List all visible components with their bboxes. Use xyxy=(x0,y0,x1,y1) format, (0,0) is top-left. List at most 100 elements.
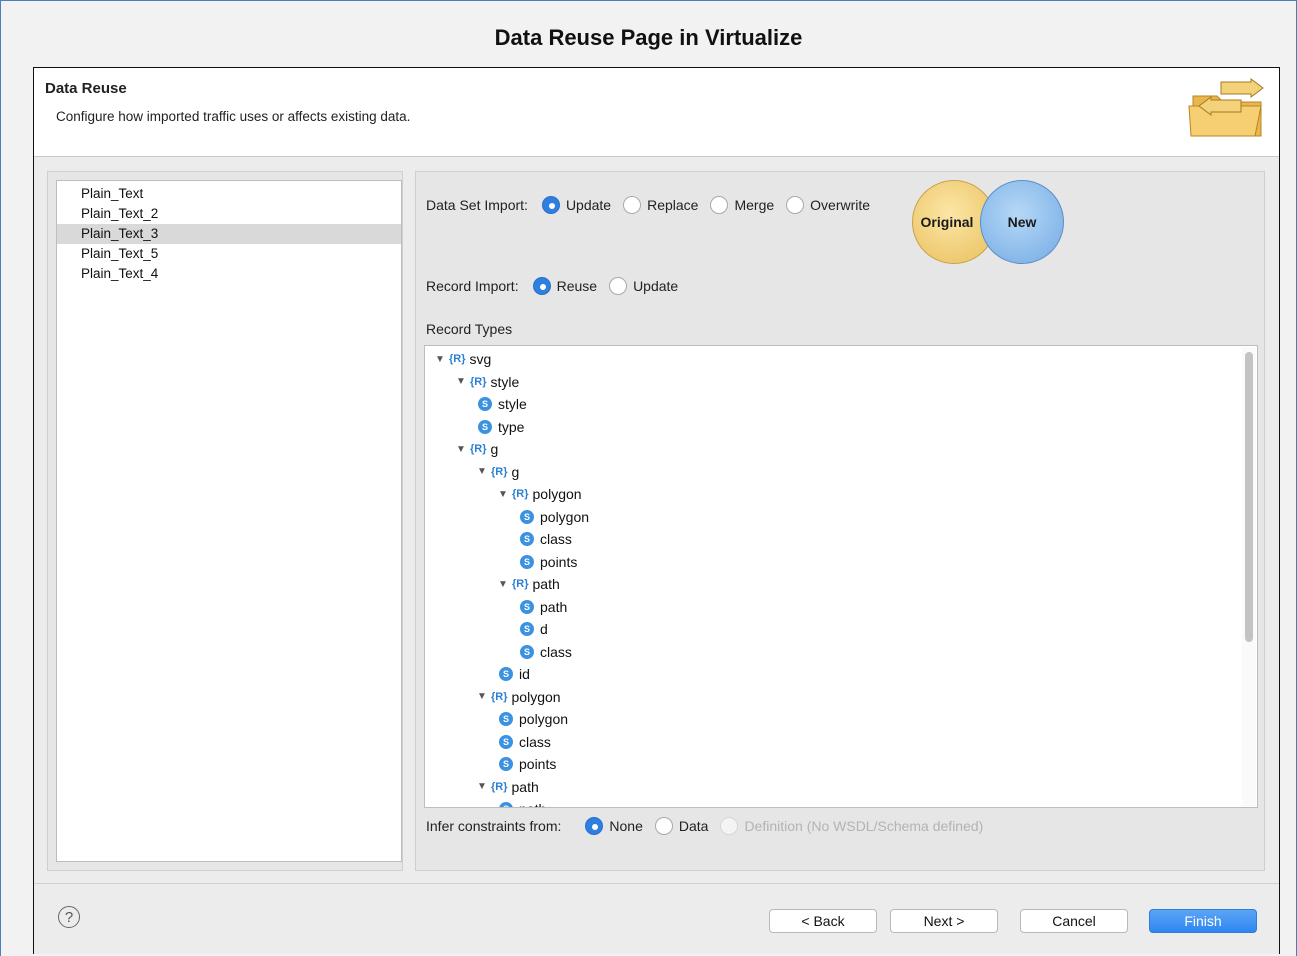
caption-title: Data Reuse Page in Virtualize xyxy=(494,25,803,50)
string-field-icon: S xyxy=(499,757,513,771)
radio-dot-icon xyxy=(585,817,604,835)
venn-new-label: New xyxy=(1007,214,1037,230)
folder-arrows-icon xyxy=(1188,78,1264,137)
cancel-button[interactable]: Cancel xyxy=(1020,909,1128,933)
tree-row-label: type xyxy=(498,418,525,435)
tree-row[interactable]: Sclass xyxy=(520,641,572,663)
tree-row[interactable]: ▼ {R} g xyxy=(477,461,519,483)
expand-triangle-icon[interactable]: ▼ xyxy=(498,489,510,500)
tree-row-label: d xyxy=(540,621,548,637)
tree-row[interactable]: Sstyle xyxy=(478,393,527,415)
tree-scrollbar-thumb[interactable] xyxy=(1245,352,1253,642)
radio-dot-icon xyxy=(541,196,560,214)
page-title: Data Reuse xyxy=(45,80,127,97)
tree-row[interactable]: Spoints xyxy=(520,551,577,573)
tree-row[interactable]: Spath xyxy=(499,798,546,807)
data-set-import-radio-update[interactable]: Update xyxy=(541,196,612,214)
tree-row-label: path xyxy=(540,598,568,615)
tree-row[interactable]: ▼ {R} svg xyxy=(435,348,491,370)
caption-bar: Data Reuse Page in Virtualize xyxy=(0,0,1297,64)
data-set-import-label: Data Set Import: xyxy=(426,197,528,213)
string-field-icon: S xyxy=(520,509,534,524)
tree-row[interactable]: Spoints xyxy=(499,753,556,775)
data-set-import-row: Data Set Import: Update Replace Merge Overw… xyxy=(426,196,882,214)
tree-row[interactable]: Stype xyxy=(478,416,524,438)
tree-row-label: polygon xyxy=(519,711,569,727)
tree-row-label: style xyxy=(498,396,527,412)
tree-row-label: points xyxy=(540,553,578,570)
radio-dot-icon xyxy=(720,817,739,835)
string-field-icon: S xyxy=(499,734,513,749)
file-list-item[interactable]: Plain_Text_5 xyxy=(57,244,401,264)
page-description: Configure how imported traffic uses or a… xyxy=(56,109,411,124)
string-field-icon: S xyxy=(499,802,513,807)
expand-triangle-icon[interactable]: ▼ xyxy=(477,691,489,702)
tree-row-label: style xyxy=(490,373,520,390)
wizard-footer: ? < Back Next > Cancel Finish xyxy=(34,883,1279,954)
radio-label: Replace xyxy=(647,197,699,213)
tree-row[interactable]: ▼ {R} path xyxy=(477,776,539,798)
record-type-icon: {R} xyxy=(491,690,508,703)
tree-row-label: id xyxy=(519,666,530,682)
options-panel: Data Set Import: Update Replace Merge Overw… xyxy=(415,171,1265,871)
tree-row[interactable]: ▼ {R} polygon xyxy=(477,686,561,708)
file-list: Plain_Text Plain_Text_2 Plain_Text_3 Plain_… xyxy=(56,180,402,862)
data-set-import-radio-merge[interactable]: Merge xyxy=(710,196,774,214)
radio-dot-icon xyxy=(654,817,673,835)
tree-row[interactable]: Sclass xyxy=(520,528,572,550)
file-list-item[interactable]: Plain_Text_3 xyxy=(57,224,401,244)
record-type-icon: {R} xyxy=(512,488,529,500)
radio-dot-icon xyxy=(710,196,729,214)
expand-triangle-icon[interactable]: ▼ xyxy=(456,376,468,387)
tree-row-label: polygon xyxy=(532,486,582,502)
tree-row-label: class xyxy=(519,733,551,750)
help-icon[interactable]: ? xyxy=(58,906,80,928)
radio-label: Definition (No WSDL/Schema defined) xyxy=(744,818,984,834)
next-button[interactable]: Next > xyxy=(890,909,998,933)
wizard-dialog: Data Reuse Configure how imported traffi… xyxy=(33,67,1280,954)
expand-triangle-icon[interactable]: ▼ xyxy=(435,354,447,365)
record-type-icon: {R} xyxy=(512,578,529,590)
tree-row[interactable]: Spolygon xyxy=(499,708,568,730)
tree-row-label: class xyxy=(540,643,572,660)
record-types-tree[interactable]: ▼ {R} svg ▼ {R} style Sstyle Stype ▼ {R} g ▼ {R} g ▼ {R… xyxy=(424,345,1258,808)
infer-radio-data[interactable]: Data xyxy=(654,817,708,835)
radio-label: Update xyxy=(565,197,612,213)
expand-triangle-icon[interactable]: ▼ xyxy=(477,781,489,792)
record-type-icon: {R} xyxy=(470,375,487,388)
record-type-icon: {R} xyxy=(470,443,487,455)
record-import-radio-update[interactable]: Update xyxy=(609,277,678,295)
file-list-item[interactable]: Plain_Text_4 xyxy=(57,264,401,284)
tree-row[interactable]: Sclass xyxy=(499,731,551,753)
tree-row[interactable]: Sd xyxy=(520,618,548,640)
infer-constraints-row: Infer constraints from: None Data Definiti… xyxy=(426,817,995,835)
string-field-icon: S xyxy=(520,599,534,614)
data-set-import-radio-overwrite[interactable]: Overwrite xyxy=(786,196,870,214)
string-field-icon: S xyxy=(478,397,492,411)
record-types-title: Record Types xyxy=(426,321,513,337)
expand-triangle-icon[interactable]: ▼ xyxy=(477,466,489,477)
tree-row-label: points xyxy=(519,756,557,772)
tree-row[interactable]: ▼ {R} style xyxy=(456,371,519,393)
file-list-item[interactable]: Plain_Text_2 xyxy=(57,204,401,224)
expand-triangle-icon[interactable]: ▼ xyxy=(498,579,510,590)
record-import-radio-reuse[interactable]: Reuse xyxy=(532,277,597,295)
expand-triangle-icon[interactable]: ▼ xyxy=(456,444,468,455)
file-list-item[interactable]: Plain_Text xyxy=(57,184,401,204)
venn-original-label: Original xyxy=(920,214,974,230)
tree-row[interactable]: ▼ {R} g xyxy=(456,438,498,460)
radio-label: None xyxy=(609,818,643,834)
record-type-icon: {R} xyxy=(449,353,466,365)
tree-row[interactable]: Spolygon xyxy=(520,506,589,528)
tree-row[interactable]: Sid xyxy=(499,663,530,685)
tree-row[interactable]: Spath xyxy=(520,596,567,618)
infer-radio-none[interactable]: None xyxy=(585,817,643,835)
infer-radio-definition-no-wsdl-schema-defined: Definition (No WSDL/Schema defined) xyxy=(720,817,983,835)
back-button[interactable]: < Back xyxy=(769,909,877,933)
data-set-import-radio-replace[interactable]: Replace xyxy=(623,196,698,214)
finish-button[interactable]: Finish xyxy=(1149,909,1257,933)
tree-row-label: polygon xyxy=(511,688,561,705)
tree-row-label: polygon xyxy=(540,508,590,525)
tree-row[interactable]: ▼ {R} path xyxy=(498,573,560,595)
tree-row[interactable]: ▼ {R} polygon xyxy=(498,483,582,505)
